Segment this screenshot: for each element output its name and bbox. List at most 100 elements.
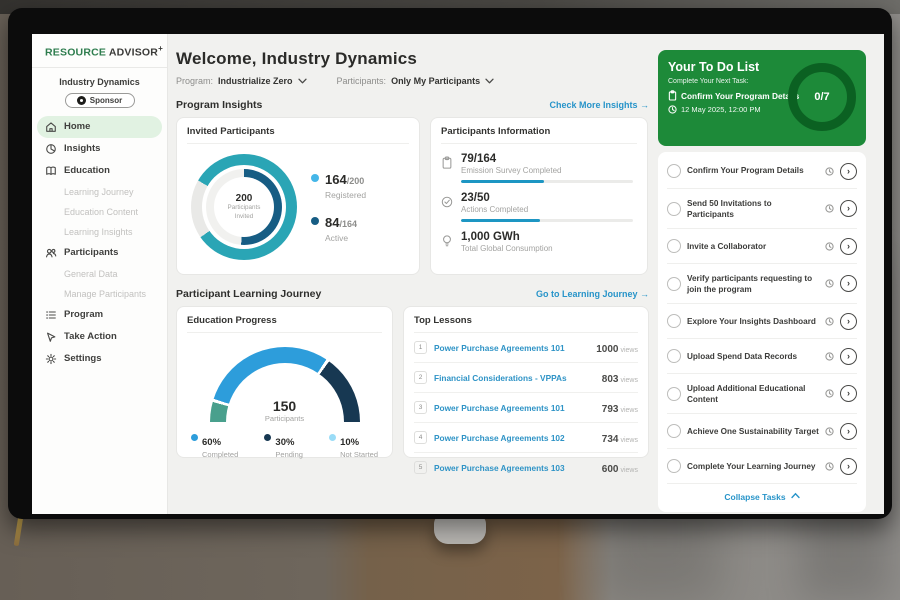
participants-icon	[45, 247, 57, 259]
sidebar-item-home[interactable]: Home	[37, 116, 162, 138]
views-suffix: views	[620, 467, 638, 474]
sidebar-item-label: Learning Journey	[64, 187, 134, 197]
metric-actions-completed: 23/50 Actions Completed	[441, 192, 637, 222]
logo-text-primary: RESOURCE	[45, 47, 106, 59]
sidebar-item-manage-participants[interactable]: Manage Participants	[32, 284, 167, 304]
lesson-link[interactable]: Financial Considerations - VPPAs	[434, 373, 595, 383]
program-insights-header: Program Insights Check More Insights →	[176, 99, 649, 111]
task-checkbox[interactable]	[667, 424, 681, 438]
task-open-button[interactable]: ›	[840, 423, 857, 440]
todo-panel: Your To Do List Complete Your Next Task:…	[658, 50, 866, 514]
participants-filter-dropdown[interactable]: Participants: Only My Participants	[337, 76, 495, 86]
gauge-center-value: 150	[210, 398, 360, 414]
task-open-button[interactable]: ›	[840, 275, 857, 292]
sidebar-item-label: Learning Insights	[64, 227, 133, 237]
arrow-right-icon: →	[640, 100, 649, 110]
sidebar-item-take-action[interactable]: Take Action	[32, 326, 167, 348]
task-checkbox[interactable]	[667, 349, 681, 363]
filter-bar: Program: Industrialize Zero Participants…	[176, 76, 649, 86]
sidebar-item-education-content[interactable]: Education Content	[32, 202, 167, 222]
lesson-link[interactable]: Power Purchase Agreements 102	[434, 433, 595, 443]
task-open-button[interactable]: ›	[840, 458, 857, 475]
sidebar-item-general-data[interactable]: General Data	[32, 264, 167, 284]
program-filter-label: Program:	[176, 76, 213, 86]
todo-progress-ring: 0/7	[788, 63, 856, 131]
task-open-button[interactable]: ›	[840, 238, 857, 255]
legend-dot	[311, 217, 319, 225]
participants-filter-value: Only My Participants	[391, 76, 480, 86]
logo-plus: +	[158, 44, 163, 53]
settings-icon	[45, 353, 57, 365]
actions-icon	[441, 195, 453, 209]
task-checkbox[interactable]	[667, 459, 681, 473]
sponsor-badge[interactable]: Sponsor	[65, 93, 135, 108]
task-open-button[interactable]: ›	[840, 200, 857, 217]
sidebar-item-learning-insights[interactable]: Learning Insights	[32, 222, 167, 242]
metric-value: 1,000 GWh	[461, 231, 553, 243]
collapse-tasks-link[interactable]: Collapse Tasks	[667, 484, 857, 510]
clock-icon	[825, 242, 834, 251]
legend-value: 164	[325, 172, 347, 187]
task-checkbox[interactable]	[667, 239, 681, 253]
sidebar-item-settings[interactable]: Settings	[32, 348, 167, 370]
sidebar-item-participants[interactable]: Participants	[32, 242, 167, 264]
lesson-views: 1000	[596, 344, 618, 355]
program-filter-dropdown[interactable]: Program: Industrialize Zero	[176, 76, 307, 86]
views-suffix: views	[620, 347, 638, 354]
card-title: Participants Information	[441, 126, 637, 144]
task-checkbox[interactable]	[667, 202, 681, 216]
todo-due-label: 12 May 2025, 12:00 PM	[681, 105, 761, 114]
task-open-button[interactable]: ›	[840, 348, 857, 365]
sponsor-icon	[77, 96, 86, 105]
go-to-learning-journey-link[interactable]: Go to Learning Journey →	[536, 289, 649, 299]
app-logo: RESOURCE ADVISOR+	[32, 34, 167, 67]
lesson-link[interactable]: Power Purchase Agreements 101	[434, 343, 589, 353]
clock-icon	[825, 167, 834, 176]
section-title: Program Insights	[176, 99, 262, 111]
sidebar-item-insights[interactable]: Insights	[32, 138, 167, 160]
task-open-button[interactable]: ›	[840, 385, 857, 402]
legend-value: 10%	[340, 437, 359, 448]
take-action-icon	[45, 331, 57, 343]
progress-fill	[461, 219, 540, 222]
legend-item-registered: 164/200 Registered	[311, 171, 366, 200]
insights-icon	[45, 143, 57, 155]
home-icon	[45, 121, 57, 133]
participants-filter-label: Participants:	[337, 76, 387, 86]
progress-track	[461, 219, 633, 222]
legend-total: /164	[339, 219, 357, 229]
lesson-link[interactable]: Power Purchase Agreements 103	[434, 463, 595, 473]
sidebar-item-label: Education	[64, 165, 110, 176]
lesson-rank: 5	[414, 461, 427, 474]
sidebar-item-program[interactable]: Program	[32, 304, 167, 326]
dashboard-screen: RESOURCE ADVISOR+ Industry Dynamics Spon…	[32, 34, 884, 514]
insights-cards-row: Invited Participants 200 Participants In…	[176, 117, 649, 275]
education-progress-gauge-chart: 150 Participants	[210, 347, 360, 423]
task-checkbox[interactable]	[667, 387, 681, 401]
task-checkbox[interactable]	[667, 164, 681, 178]
chevron-up-icon	[791, 492, 800, 499]
metric-value: 23/50	[461, 192, 633, 204]
learning-journey-header: Participant Learning Journey Go to Learn…	[176, 288, 649, 300]
clock-icon	[825, 279, 834, 288]
task-checkbox[interactable]	[667, 314, 681, 328]
lesson-link[interactable]: Power Purchase Agreements 101	[434, 403, 595, 413]
sidebar-item-label: Participants	[64, 247, 118, 258]
task-open-button[interactable]: ›	[840, 163, 857, 180]
lesson-views: 734	[602, 434, 619, 445]
legend-item-pending: 30% Pending	[264, 432, 303, 459]
sidebar-item-label: Home	[64, 121, 90, 132]
logo-text-secondary: ADVISOR	[109, 47, 158, 59]
sidebar-item-label: Program	[64, 309, 103, 320]
clock-icon	[668, 105, 677, 114]
check-more-insights-link[interactable]: Check More Insights →	[549, 100, 649, 110]
legend-dot	[191, 434, 198, 441]
sponsor-label: Sponsor	[90, 96, 122, 105]
learning-cards-row: Education Progress 150 Participants 60% …	[176, 306, 649, 458]
sidebar-item-learning-journey[interactable]: Learning Journey	[32, 182, 167, 202]
task-checkbox[interactable]	[667, 277, 681, 291]
todo-task-row: Achieve One Sustainability Target ›	[667, 414, 857, 449]
task-open-button[interactable]: ›	[840, 313, 857, 330]
sidebar-item-education[interactable]: Education	[32, 160, 167, 182]
divider	[32, 67, 167, 68]
